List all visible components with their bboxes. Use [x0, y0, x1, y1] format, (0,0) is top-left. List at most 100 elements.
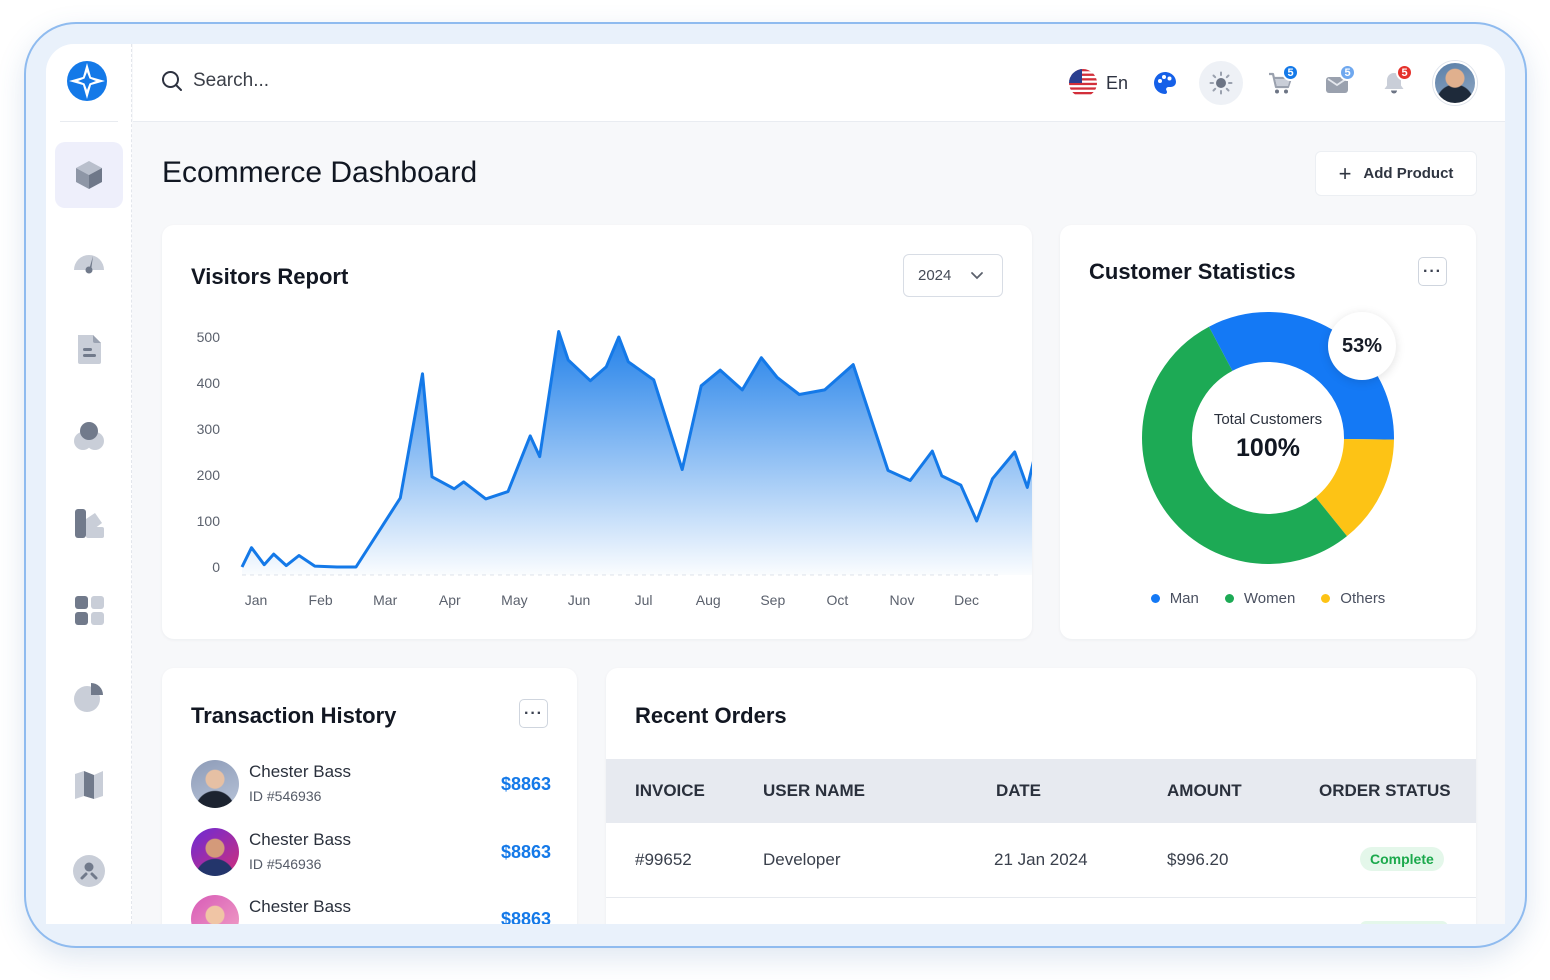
x-tick-label: Mar: [373, 592, 397, 608]
x-tick-label: Jan: [245, 592, 268, 608]
cart-badge: 5: [1282, 64, 1299, 81]
map-icon: [75, 771, 103, 799]
user-icon: [73, 855, 105, 887]
visitors-report-card: Visitors Report 2024 0 100 200 300 400 500 Jan…: [162, 225, 1032, 639]
orders-table-header: INVOICE USER NAME DATE AMOUNT ORDER STAT…: [606, 759, 1476, 823]
y-tick-label: 0: [212, 559, 220, 575]
sidebar-item-widgets[interactable]: [55, 577, 123, 643]
design-tools-icon: [75, 509, 104, 538]
column-header-invoice[interactable]: INVOICE: [635, 781, 705, 801]
column-header-user-name[interactable]: USER NAME: [763, 781, 865, 801]
app-screen: En: [46, 44, 1505, 924]
user-avatar[interactable]: [1433, 61, 1477, 105]
status-badge: Complete: [1360, 847, 1444, 871]
customer-donut-chart: [1142, 312, 1394, 564]
add-product-label: Add Product: [1363, 165, 1454, 182]
y-tick-label: 500: [197, 329, 221, 345]
column-header-amount[interactable]: AMOUNT: [1167, 781, 1242, 801]
order-date: 21 Jan 2024: [994, 850, 1088, 869]
transaction-amount: $8863: [500, 909, 551, 924]
legend-item-women: Women: [1224, 590, 1296, 607]
notifications-badge: 5: [1396, 64, 1413, 81]
x-tick-label: Jul: [635, 592, 653, 608]
transaction-id: ID #546936: [249, 856, 322, 872]
x-tick-label: Oct: [827, 592, 849, 608]
sidebar-item-documents[interactable]: [55, 316, 123, 382]
palette-icon: [1154, 72, 1176, 94]
plus-icon: +: [1338, 160, 1352, 186]
legend-label-man: Man: [1169, 590, 1199, 607]
legend-item-man: Man: [1150, 590, 1199, 607]
transaction-history-card: Transaction History ··· Chester Bass ID …: [162, 668, 577, 924]
sidebar: [46, 44, 132, 924]
cart-button[interactable]: 5: [1263, 63, 1299, 103]
customer-legend: Man Women Others: [1060, 590, 1476, 607]
x-tick-label: Feb: [309, 592, 333, 608]
status-badge-partial: [1360, 921, 1448, 924]
transaction-name: Chester Bass: [249, 762, 352, 781]
sidebar-item-dashboard[interactable]: [55, 142, 123, 208]
theme-toggle-button[interactable]: [1199, 61, 1243, 105]
legend-dot-man: [1150, 594, 1160, 603]
transaction-name: Chester Bass: [249, 897, 352, 916]
highlight-percentage: 53%: [1328, 312, 1396, 380]
x-tick-label: Jun: [568, 592, 591, 608]
avatar: [191, 760, 239, 808]
sidebar-item-reports[interactable]: [55, 664, 123, 730]
top-header: En: [133, 44, 1505, 122]
search-icon: [162, 71, 182, 91]
order-amount: $996.20: [1167, 850, 1229, 869]
widgets-icon: [75, 596, 104, 625]
search-bar[interactable]: [161, 70, 453, 92]
transaction-row[interactable]: Chester Bass ID #546936 $8863: [191, 760, 551, 816]
language-selector[interactable]: En: [1068, 63, 1128, 103]
x-tick-label: May: [501, 592, 527, 608]
sidebar-item-analytics[interactable]: [55, 229, 123, 295]
language-label: En: [1106, 72, 1129, 93]
y-tick-label: 200: [197, 467, 221, 483]
palette-button[interactable]: [1149, 63, 1181, 103]
sidebar-item-map[interactable]: [55, 751, 123, 817]
gauge-icon: [74, 255, 104, 274]
transaction-amount: $8863: [500, 774, 551, 794]
transaction-row[interactable]: Chester Bass ID #546936 $8863: [191, 895, 551, 924]
transaction-row[interactable]: Chester Bass ID #546936 $8863: [191, 828, 551, 884]
y-tick-label: 100: [197, 513, 221, 529]
column-header-date[interactable]: DATE: [996, 781, 1041, 801]
order-invoice: #99652: [635, 850, 692, 869]
order-user: Developer: [763, 850, 841, 869]
column-header-order-status[interactable]: ORDER STATUS: [1319, 781, 1451, 801]
x-tick-label: Dec: [954, 592, 979, 608]
x-tick-label: Nov: [890, 592, 915, 608]
notifications-button[interactable]: 5: [1377, 63, 1413, 103]
recent-orders-title: Recent Orders: [635, 703, 787, 728]
more-icon: ···: [524, 704, 543, 722]
avatar: [191, 895, 239, 924]
sidebar-item-users[interactable]: [55, 838, 123, 904]
legend-dot-others: [1321, 594, 1331, 603]
sidebar-item-shapes[interactable]: [55, 403, 123, 469]
search-input[interactable]: [193, 70, 453, 92]
messages-button[interactable]: 5: [1320, 63, 1356, 103]
add-product-button[interactable]: + Add Product: [1315, 151, 1477, 196]
y-tick-label: 300: [197, 421, 221, 437]
us-flag-icon: [1069, 69, 1097, 97]
legend-dot-women: [1224, 594, 1234, 603]
transaction-name: Chester Bass: [249, 830, 352, 849]
donut-center-value: 100%: [1236, 434, 1300, 462]
x-tick-label: Sep: [760, 592, 785, 608]
transaction-menu-button[interactable]: ···: [519, 699, 548, 728]
donut-center-label: Total Customers: [1213, 411, 1323, 428]
sidebar-item-design[interactable]: [55, 490, 123, 556]
y-tick-label: 400: [197, 375, 221, 391]
visitors-area-chart: 0 100 200 300 400 500 Jan Feb Mar Apr May Jun Jul Aug…: [197, 329, 1032, 608]
table-row[interactable]: #99652 Developer 21 Jan 2024 $996.20 Com…: [606, 823, 1476, 898]
brand-logo[interactable]: [66, 60, 108, 102]
legend-label-women: Women: [1243, 590, 1296, 607]
sun-icon: [1209, 71, 1233, 95]
customer-statistics-card: Customer Statistics ··· Total Customers …: [1060, 225, 1476, 639]
shapes-icon: [74, 422, 104, 450]
avatar: [191, 828, 239, 876]
legend-label-others: Others: [1340, 590, 1386, 607]
recent-orders-card: Recent Orders INVOICE USER NAME DATE AMO…: [606, 668, 1476, 924]
